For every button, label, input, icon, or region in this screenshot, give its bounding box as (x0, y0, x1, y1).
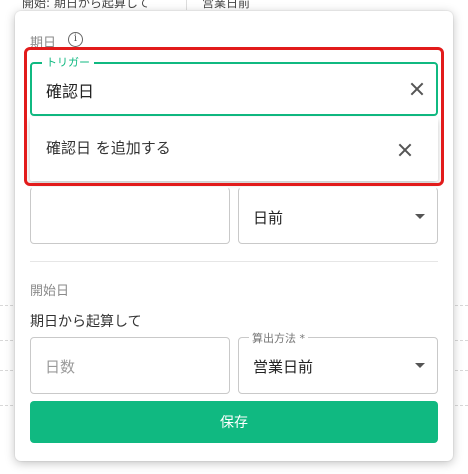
calculation-method-value: 営業日前 (253, 358, 314, 376)
section-divider (30, 261, 438, 262)
offset-days-input[interactable] (30, 187, 230, 244)
start-days-input[interactable]: 日数 (30, 337, 230, 394)
start-basis-text: 期日から起算して (30, 314, 142, 330)
save-button-label: 保存 (220, 415, 248, 431)
highlight-box (24, 47, 444, 186)
background-method-text: 営業日前 (202, 0, 251, 10)
chevron-down-icon (415, 363, 425, 368)
background-separator (186, 0, 187, 10)
info-icon[interactable]: i (68, 32, 83, 47)
start-date-label: 開始日 (30, 284, 70, 299)
offset-unit-value: 日前 (253, 209, 284, 227)
save-button[interactable]: 保存 (30, 401, 438, 443)
chevron-down-icon (415, 214, 425, 219)
background-start-text: 開始: 期日から起算して (22, 0, 150, 10)
offset-unit-select[interactable]: 日前 (238, 187, 438, 244)
start-days-placeholder: 日数 (45, 358, 76, 376)
calculation-method-label: 算出方法 * (249, 330, 308, 346)
